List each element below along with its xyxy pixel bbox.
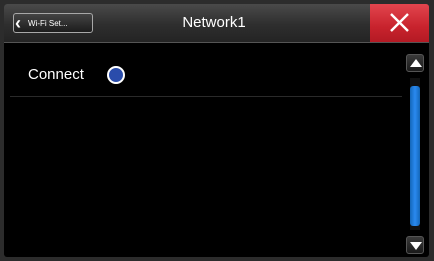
scrollbar-track[interactable] bbox=[410, 78, 420, 230]
page-title: Network1 bbox=[182, 14, 246, 31]
arrow-up-icon bbox=[410, 59, 422, 67]
close-button[interactable] bbox=[370, 4, 429, 42]
connect-radio-icon[interactable] bbox=[107, 66, 125, 84]
list-item-connect[interactable]: Connect bbox=[10, 48, 402, 97]
back-button-label: Wi-Fi Set... bbox=[28, 19, 68, 28]
header-bar: ‹ Wi-Fi Set... Network1 bbox=[4, 4, 429, 43]
scrollbar-thumb[interactable] bbox=[410, 86, 420, 226]
chevron-left-icon: ‹ bbox=[15, 13, 21, 33]
arrow-down-icon bbox=[410, 242, 422, 250]
back-button[interactable]: ‹ Wi-Fi Set... bbox=[13, 13, 93, 33]
option-list: Connect bbox=[10, 48, 402, 257]
close-icon bbox=[390, 13, 409, 32]
scroll-down-button[interactable] bbox=[406, 236, 424, 254]
network-screen: ‹ Wi-Fi Set... Network1 Connect bbox=[4, 4, 429, 257]
connect-label: Connect bbox=[28, 66, 84, 83]
scroll-up-button[interactable] bbox=[406, 54, 424, 72]
